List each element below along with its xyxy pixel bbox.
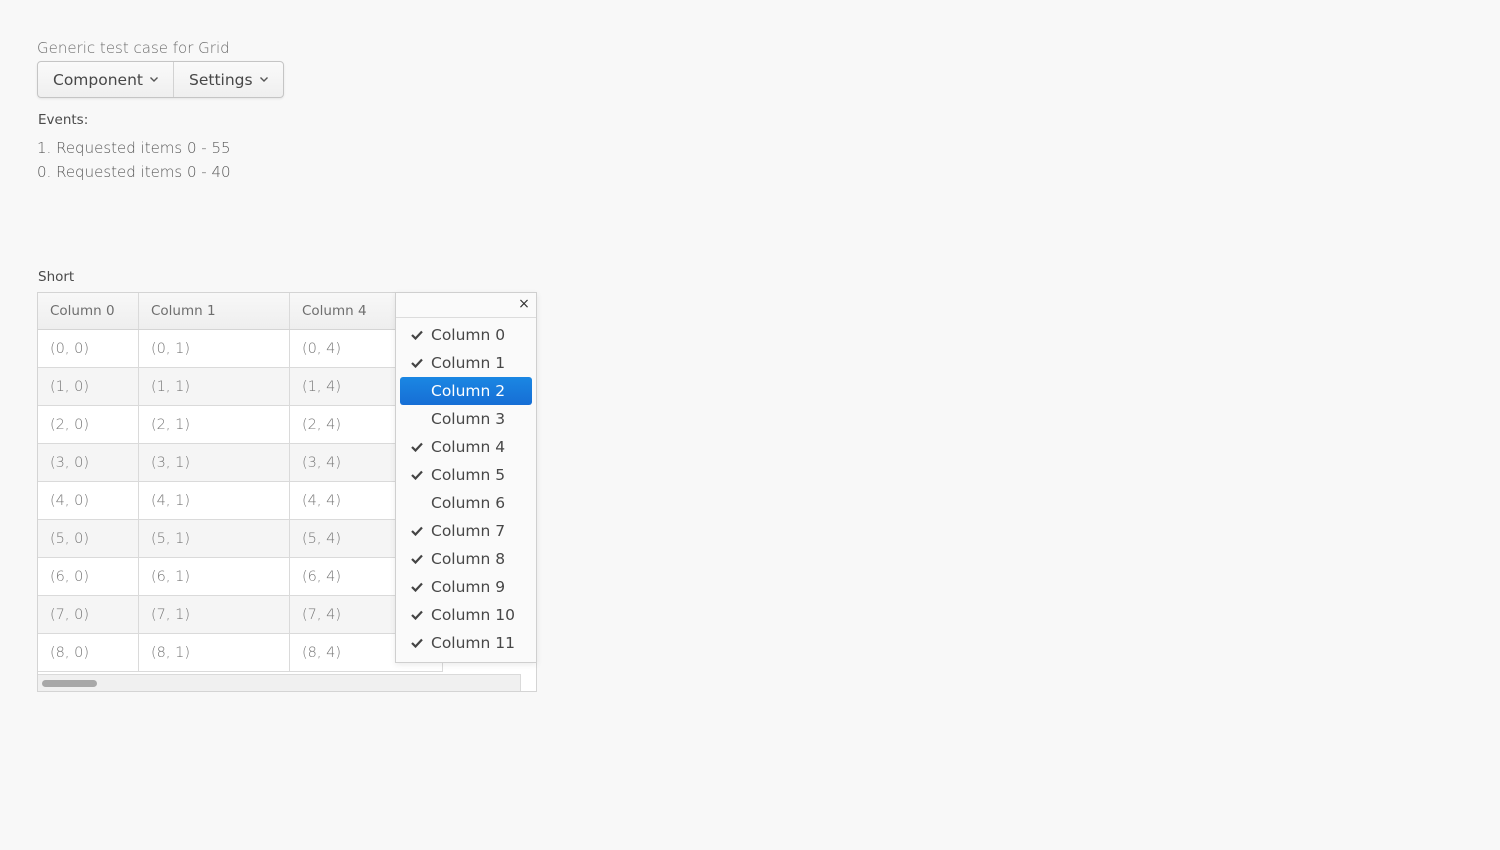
- column-toggle-item[interactable]: Column 2: [400, 377, 532, 405]
- table-row[interactable]: (6, 0) (6, 1) (6, 4): [38, 557, 443, 596]
- table-cell[interactable]: (4, 1): [138, 481, 290, 520]
- column-toggle-label: Column 9: [431, 578, 506, 596]
- column-toggle-label: Column 11: [431, 634, 516, 652]
- table-cell[interactable]: (6, 1): [138, 557, 290, 596]
- column-toggle-item[interactable]: Column 0: [400, 321, 532, 349]
- table-cell[interactable]: (7, 0): [38, 595, 139, 634]
- page-caption: Generic test case for Grid: [37, 39, 230, 57]
- table-row[interactable]: (5, 0) (5, 1) (5, 4): [38, 519, 443, 558]
- table-cell[interactable]: (0, 1): [138, 329, 290, 368]
- table-row[interactable]: (0, 0) (0, 1) (0, 4): [38, 329, 443, 368]
- column-toggle-item[interactable]: Column 9: [400, 573, 532, 601]
- table-cell[interactable]: (4, 0): [38, 481, 139, 520]
- checkmark-icon: [411, 554, 423, 564]
- chevron-down-icon: [150, 76, 158, 82]
- column-toggle-item[interactable]: Column 1: [400, 349, 532, 377]
- column-toggle-label: Column 7: [431, 522, 506, 540]
- column-visibility-sidebar: × Column 0 Column 1 Column 2 Column 3 Column…: [395, 292, 537, 663]
- checkmark-icon: [411, 582, 423, 592]
- close-icon[interactable]: ×: [517, 296, 531, 312]
- column-toggle-item[interactable]: Column 7: [400, 517, 532, 545]
- table-cell[interactable]: (2, 1): [138, 405, 290, 444]
- table-cell[interactable]: (8, 1): [138, 633, 290, 672]
- component-menu[interactable]: Component: [38, 62, 173, 97]
- checkmark-icon: [411, 526, 423, 536]
- table-row[interactable]: (8, 0) (8, 1) (8, 4): [38, 633, 443, 672]
- table-row[interactable]: (7, 0) (7, 1) (7, 4): [38, 595, 443, 634]
- column-toggle-list: Column 0 Column 1 Column 2 Column 3 Column 4…: [400, 321, 532, 657]
- column-toggle-item[interactable]: Column 6: [400, 489, 532, 517]
- column-toggle-label: Column 0: [431, 326, 506, 344]
- component-menu-label: Component: [53, 70, 143, 89]
- checkmark-icon: [411, 442, 423, 452]
- table-row[interactable]: (2, 0) (2, 1) (2, 4): [38, 405, 443, 444]
- column-header[interactable]: Column 0: [38, 293, 139, 330]
- column-toggle-item[interactable]: Column 11: [400, 629, 532, 657]
- column-toggle-label: Column 2: [431, 382, 506, 400]
- checkmark-icon: [411, 358, 423, 368]
- event-entry: 1. Requested items 0 - 55: [37, 139, 231, 157]
- header-row: Column 0 Column 1 Column 4: [38, 293, 443, 330]
- column-toggle-item[interactable]: Column 5: [400, 461, 532, 489]
- checkmark-icon: [411, 610, 423, 620]
- column-toggle-label: Column 3: [431, 410, 506, 428]
- checkmark-icon: [411, 470, 423, 480]
- column-toggle-label: Column 6: [431, 494, 506, 512]
- table-cell[interactable]: (5, 0): [38, 519, 139, 558]
- event-entry: 0. Requested items 0 - 40: [37, 163, 231, 181]
- table-cell[interactable]: (3, 0): [38, 443, 139, 482]
- column-toggle-item[interactable]: Column 3: [400, 405, 532, 433]
- column-toggle-item[interactable]: Column 8: [400, 545, 532, 573]
- table-cell[interactable]: (7, 1): [138, 595, 290, 634]
- table-row[interactable]: (3, 0) (3, 1) (3, 4): [38, 443, 443, 482]
- table-cell[interactable]: (5, 1): [138, 519, 290, 558]
- column-toggle-label: Column 10: [431, 606, 516, 624]
- column-toggle-label: Column 1: [431, 354, 506, 372]
- column-header[interactable]: Column 1: [138, 293, 290, 330]
- table-cell[interactable]: (3, 1): [138, 443, 290, 482]
- column-toggle-item[interactable]: Column 4: [400, 433, 532, 461]
- checkmark-icon: [411, 330, 423, 340]
- column-toggle-item[interactable]: Column 10: [400, 601, 532, 629]
- sidebar-divider: [396, 317, 536, 318]
- events-log: 1. Requested items 0 - 55 0. Requested i…: [37, 136, 231, 184]
- table-cell[interactable]: (6, 0): [38, 557, 139, 596]
- table-row[interactable]: (1, 0) (1, 1) (1, 4): [38, 367, 443, 406]
- settings-menu-label: Settings: [189, 70, 253, 89]
- table-cell[interactable]: (8, 0): [38, 633, 139, 672]
- column-toggle-label: Column 5: [431, 466, 506, 484]
- menu-bar: Component Settings: [37, 61, 284, 98]
- table-cell[interactable]: (0, 0): [38, 329, 139, 368]
- settings-menu[interactable]: Settings: [173, 62, 283, 97]
- horizontal-scrollbar[interactable]: [38, 674, 521, 691]
- table-cell[interactable]: (1, 0): [38, 367, 139, 406]
- chevron-down-icon: [259, 76, 268, 82]
- column-toggle-label: Column 8: [431, 550, 506, 568]
- table-cell[interactable]: (2, 0): [38, 405, 139, 444]
- grid-caption: Short: [38, 269, 75, 285]
- table-row[interactable]: (4, 0) (4, 1) (4, 4): [38, 481, 443, 520]
- checkmark-icon: [411, 638, 423, 648]
- table-cell[interactable]: (1, 1): [138, 367, 290, 406]
- grid-table: Column 0 Column 1 Column 4 (0, 0) (0, 1)(…: [38, 293, 443, 672]
- column-toggle-label: Column 4: [431, 438, 506, 456]
- scrollbar-thumb[interactable]: [42, 680, 97, 687]
- events-caption: Events:: [38, 112, 89, 128]
